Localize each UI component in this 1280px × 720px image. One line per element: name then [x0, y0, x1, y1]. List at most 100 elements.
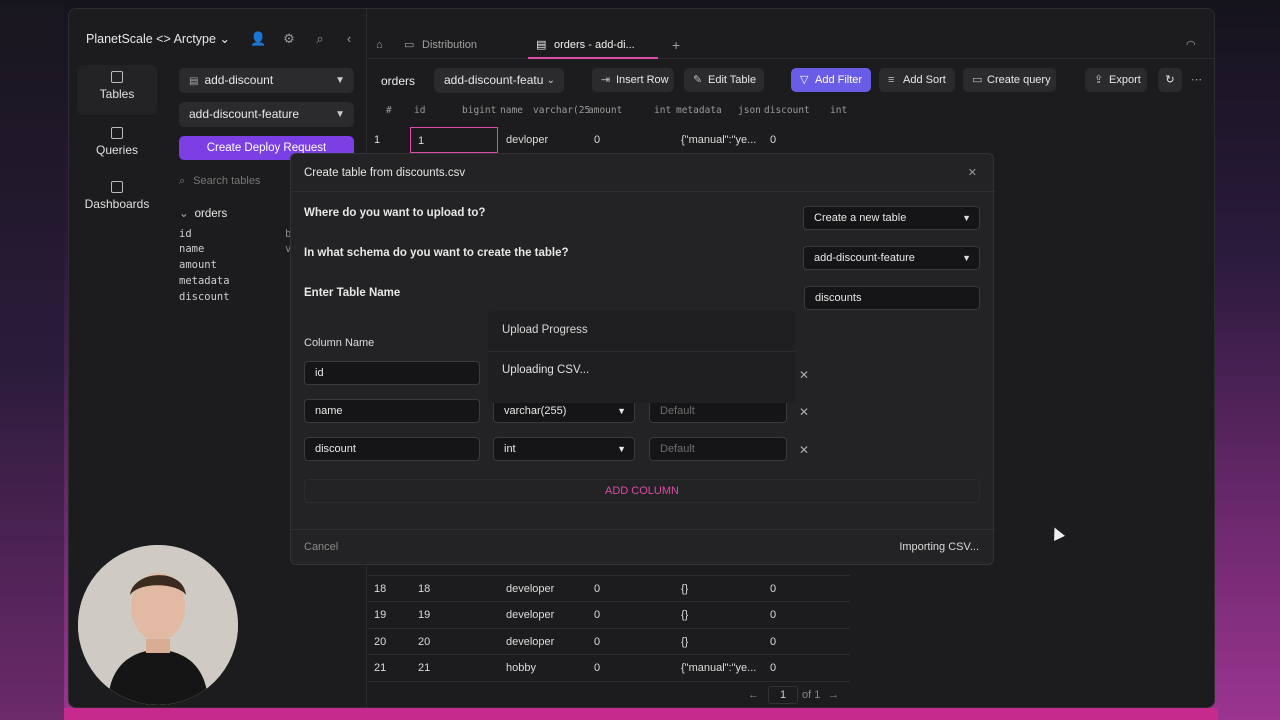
branch-select[interactable]: ▤ add-discount ▼	[179, 68, 354, 93]
table-cell[interactable]: 0	[594, 583, 600, 595]
table-cell[interactable]: {}	[681, 583, 688, 595]
export-icon: ⇪	[1094, 74, 1104, 86]
current-table-label: orders	[381, 74, 416, 88]
close-icon[interactable]: ✕	[968, 166, 977, 179]
column-name: amount	[179, 259, 217, 271]
table-cell[interactable]: 18	[418, 583, 430, 595]
cancel-button[interactable]: Cancel	[304, 541, 338, 553]
table-cell[interactable]: 0	[594, 609, 600, 621]
table-cell[interactable]: developer	[506, 636, 554, 648]
selected-cell[interactable]: 1	[410, 127, 498, 153]
nav-item-tables[interactable]: Tables	[77, 65, 157, 115]
table-cell[interactable]: 21	[418, 662, 430, 674]
table-cell[interactable]: {"manual":"ye...	[681, 134, 756, 146]
create-query-button[interactable]: ▭ Create query	[963, 68, 1056, 92]
table-cell[interactable]: 0	[594, 662, 600, 674]
column-item[interactable]: amount	[179, 259, 217, 271]
gear-icon[interactable]: ⚙	[281, 31, 297, 47]
column-header[interactable]: #	[386, 105, 392, 116]
column-item[interactable]: id b	[179, 228, 291, 240]
column-name: metadata	[179, 275, 230, 287]
edit-table-button[interactable]: ✎ Edit Table	[684, 68, 764, 92]
table-cell[interactable]: 0	[594, 134, 600, 146]
create-table-modal: Create table from discounts.csv ✕ Where …	[290, 153, 995, 565]
column-name-input[interactable]: name	[304, 399, 480, 423]
row-divider	[368, 601, 850, 602]
column-type: int	[654, 105, 672, 116]
row-number: 1	[374, 134, 381, 146]
nav-item-dashboards[interactable]: Dashboards	[77, 175, 157, 225]
table-cell[interactable]: {}	[681, 609, 688, 621]
table-cell[interactable]: {"manual":"ye...	[681, 662, 756, 674]
next-page-icon[interactable]: →	[828, 689, 839, 701]
page-count: of 1	[802, 689, 821, 701]
search-tables-input[interactable]: ⌕ Search tables	[179, 171, 291, 191]
table-cell[interactable]: developer	[506, 583, 554, 595]
user-icon[interactable]: 👤	[250, 31, 266, 47]
table-cell[interactable]: 0	[770, 134, 776, 146]
column-header[interactable]: name	[500, 105, 523, 116]
schema-select[interactable]: add-discount-feature ▼	[179, 102, 354, 127]
add-filter-button[interactable]: ▽ Add Filter	[791, 68, 871, 92]
column-header[interactable]: amount	[588, 105, 622, 116]
chevron-left-icon[interactable]: ‹	[341, 31, 357, 47]
insert-row-button[interactable]: ⇥ Insert Row	[592, 68, 674, 92]
remove-column-icon[interactable]: ✕	[799, 368, 809, 382]
column-item[interactable]: metadata	[179, 275, 230, 287]
home-icon[interactable]: ⌂	[376, 31, 383, 59]
export-button[interactable]: ⇪ Export	[1085, 68, 1147, 92]
add-sort-label: Add Sort	[903, 74, 946, 86]
table-name-input[interactable]: discounts	[804, 286, 980, 310]
table-cell[interactable]: hobby	[506, 662, 536, 674]
table-tree-orders[interactable]: ⌄ orders	[179, 206, 227, 220]
app-title[interactable]: PlanetScale <> Arctype ⌄	[86, 31, 230, 46]
column-name-input[interactable]: discount	[304, 437, 480, 461]
prev-page-icon[interactable]: ←	[748, 689, 759, 701]
table-cell[interactable]: devloper	[506, 134, 548, 146]
refresh-button[interactable]: ↻	[1158, 68, 1182, 92]
tab-orders[interactable]: ▤ orders - add-di...	[528, 31, 658, 59]
schema-target-select[interactable]: add-discount-feature ▼	[803, 246, 980, 270]
remove-column-icon[interactable]: ✕	[799, 443, 809, 457]
table-cell[interactable]: 0	[770, 609, 776, 621]
webcam-overlay	[78, 545, 238, 705]
import-status: Importing CSV...	[899, 541, 979, 553]
search-icon[interactable]: ⌕	[312, 31, 328, 47]
add-column-button[interactable]: ADD COLUMN	[304, 479, 980, 503]
table-cell[interactable]: 0	[770, 636, 776, 648]
new-tab-button[interactable]: +	[672, 31, 680, 59]
table-cell[interactable]: developer	[506, 609, 554, 621]
tab-distribution[interactable]: ▭ Distribution	[404, 31, 477, 59]
table-cell[interactable]: 0	[594, 636, 600, 648]
column-type-select[interactable]: int ▼	[493, 437, 635, 461]
more-icon[interactable]: ⋯	[1191, 73, 1202, 86]
row-number: 19	[374, 609, 387, 621]
upload-target-select[interactable]: Create a new table ▼	[803, 206, 980, 230]
toolbar-branch-select[interactable]: add-discount-featu ⌄	[434, 68, 564, 93]
tab-label: orders - add-di...	[554, 39, 635, 51]
nav-item-queries[interactable]: Queries	[77, 121, 157, 171]
edit-icon: ✎	[693, 74, 703, 86]
page-input[interactable]: 1	[768, 686, 798, 704]
column-name-input[interactable]: id	[304, 361, 480, 385]
column-item[interactable]: name v	[179, 243, 291, 255]
table-cell[interactable]: 20	[418, 636, 430, 648]
popover-divider	[488, 351, 795, 352]
table-cell[interactable]: 0	[770, 662, 776, 674]
row-number: 20	[374, 636, 387, 648]
nav-item-label: Tables	[99, 87, 135, 101]
column-header[interactable]: discount	[764, 105, 810, 116]
schema-select-value: add-discount-feature	[189, 107, 300, 121]
column-type: json	[738, 105, 761, 116]
table-cell[interactable]: 0	[770, 583, 776, 595]
remove-column-icon[interactable]: ✕	[799, 405, 809, 419]
tab-label: Distribution	[422, 39, 478, 51]
search-icon: ⌕	[179, 175, 186, 187]
column-item[interactable]: discount	[179, 291, 230, 303]
column-header[interactable]: metadata	[676, 105, 722, 116]
add-sort-button[interactable]: ≡ Add Sort	[879, 68, 955, 92]
column-header[interactable]: id	[414, 105, 425, 116]
column-default-input[interactable]: Default	[649, 437, 787, 461]
table-cell[interactable]: 19	[418, 609, 430, 621]
table-cell[interactable]: {}	[681, 636, 688, 648]
